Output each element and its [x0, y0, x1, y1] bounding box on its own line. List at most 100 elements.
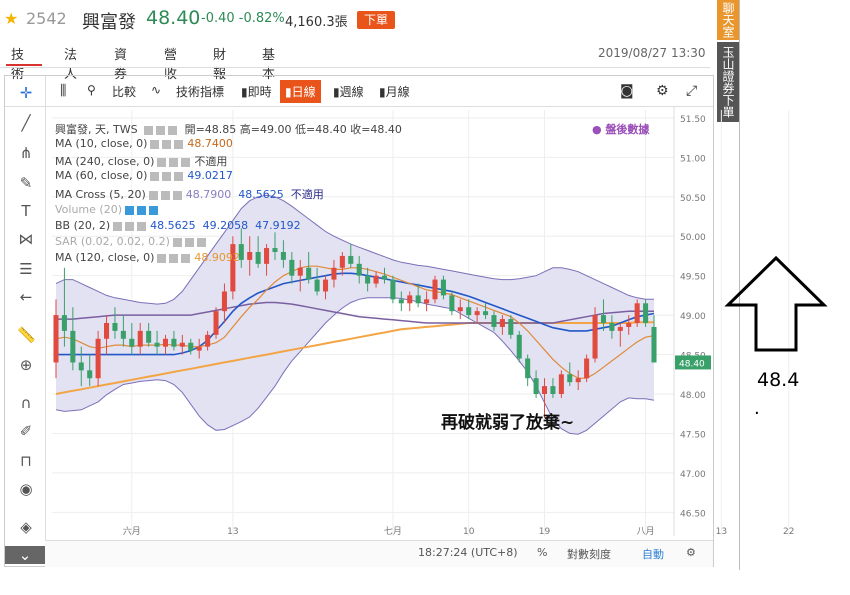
- gear-small-icon[interactable]: ⚙: [686, 546, 696, 559]
- x-tick-label: 22: [783, 527, 794, 537]
- x-tick-label: 13: [227, 527, 238, 537]
- x-tick-label: 10: [463, 527, 475, 537]
- candle-body: [432, 279, 438, 300]
- candle-body: [466, 307, 472, 316]
- candle-body: [398, 299, 404, 304]
- candle-body: [272, 248, 278, 252]
- candle-body: [297, 267, 303, 276]
- candle-body: [120, 330, 126, 339]
- candle-body: [112, 323, 118, 331]
- candle-body: [213, 311, 219, 335]
- legend-volume: Volume (20): [55, 203, 162, 216]
- x-tick-label: 八月: [637, 526, 655, 537]
- legend-ma240-value: 不適用: [194, 155, 228, 168]
- legend-ma240-controls-icon[interactable]: [157, 157, 192, 167]
- legend-ma-cross-v1: 48.7900: [185, 188, 232, 201]
- chart-bottom-bar: 18:27:24 (UTC+8) % 對數刻度 自動 ⚙: [45, 540, 713, 567]
- candle-body: [322, 279, 329, 292]
- x-axis: 六月 13 七月 10 19 八月 13 22: [123, 525, 795, 537]
- legend-bb-label: BB (20, 2): [55, 219, 111, 232]
- legend-symbol: 興富發, 天, TWS: [55, 123, 138, 136]
- legend-bb-v1: 48.5625: [150, 219, 196, 232]
- candle-body: [651, 326, 657, 363]
- legend-ma120-label: MA (120, close, 0): [55, 251, 155, 264]
- after-hours-label: ● 盤後數據: [592, 123, 650, 136]
- x-tick-label: 19: [539, 527, 551, 537]
- candle-body: [617, 326, 623, 331]
- candle-body: [331, 267, 337, 280]
- candle-body: [87, 370, 93, 379]
- y-tick-label: 50.50: [680, 194, 706, 204]
- candle-body: [575, 378, 581, 383]
- y-tick-label: 50.00: [680, 233, 706, 243]
- x-tick-label: 七月: [384, 526, 402, 537]
- legend-bb: BB (20, 2) 48.5625 49.2058 47.9192: [55, 219, 301, 232]
- legend-ma-cross-v3: 不適用: [290, 188, 324, 201]
- legend-ma-cross: MA Cross (5, 20) 48.7900 48.5625 不適用: [55, 186, 324, 202]
- legend-ma60-controls-icon[interactable]: [150, 171, 185, 181]
- legend-ma240: MA (240, close, 0) 不適用: [55, 153, 227, 169]
- candle-body: [289, 259, 295, 276]
- legend-sar-controls-icon[interactable]: [172, 237, 207, 247]
- candle-body: [483, 311, 489, 316]
- legend-ma120-controls-icon[interactable]: [157, 253, 192, 263]
- candle-body: [525, 358, 531, 379]
- y-tick-label: 47.50: [680, 430, 706, 440]
- candle-body: [53, 315, 59, 363]
- candle-body: [280, 252, 286, 260]
- up-arrow-icon: [724, 255, 828, 352]
- legend-sar: SAR (0.02, 0.02, 0.2): [55, 235, 210, 248]
- candle-body: [643, 303, 649, 323]
- candle-body: [474, 311, 480, 316]
- candle-body: [533, 378, 539, 394]
- candle-body: [424, 299, 430, 304]
- legend-ma-cross-label: MA Cross (5, 20): [55, 188, 146, 201]
- legend-volume-controls-icon[interactable]: [125, 205, 159, 215]
- y-tick-label: 51.00: [680, 154, 706, 164]
- candle-body: [457, 307, 463, 312]
- y-axis: 51.5051.0050.5050.0049.5049.0048.5048.00…: [673, 106, 711, 536]
- legend-ma60-label: MA (60, close, 0): [55, 169, 148, 182]
- candle-body: [541, 386, 548, 394]
- y-tick-label: 48.00: [680, 391, 706, 401]
- candle-body: [567, 374, 573, 383]
- candle-body: [61, 315, 67, 331]
- last-price-label: 48.40: [679, 359, 705, 369]
- candle-body: [365, 275, 371, 284]
- candle-body: [154, 342, 160, 347]
- candle-body: [516, 334, 522, 359]
- after-hours-text: 盤後數據: [605, 123, 650, 136]
- y-tick-label: 47.00: [680, 470, 706, 480]
- candle-body: [592, 315, 598, 359]
- log-scale-toggle[interactable]: 對數刻度: [567, 546, 611, 562]
- legend-ma120: MA (120, close, 0) 48.9092: [55, 251, 240, 264]
- legend-ma10-controls-icon[interactable]: [150, 139, 185, 149]
- candle-body: [339, 255, 345, 268]
- legend-ma-cross-controls-icon[interactable]: [148, 190, 183, 200]
- candle-body: [634, 303, 640, 323]
- candle-body: [179, 342, 185, 347]
- auto-scale-toggle[interactable]: 自動: [642, 546, 664, 562]
- candle-body: [550, 386, 556, 394]
- candle-body: [129, 338, 135, 347]
- legend-bb-controls-icon[interactable]: [113, 221, 148, 231]
- y-tick-label: 51.50: [680, 115, 706, 125]
- candle-body: [373, 275, 379, 284]
- candle-body: [221, 291, 227, 312]
- clock-readout: 18:27:24 (UTC+8): [418, 546, 518, 559]
- percent-toggle[interactable]: %: [537, 546, 547, 559]
- legend-ma240-label: MA (240, close, 0): [55, 155, 155, 168]
- legend-controls-icon[interactable]: [144, 125, 179, 135]
- candle-body: [205, 334, 211, 347]
- legend-volume-label: Volume (20): [55, 203, 122, 216]
- note-dot: .: [754, 398, 760, 419]
- candle-body: [381, 275, 388, 280]
- candle-body: [70, 330, 76, 363]
- legend-sar-label: SAR (0.02, 0.02, 0.2): [55, 235, 170, 248]
- legend-ma10: MA (10, close, 0) 48.7400: [55, 137, 233, 150]
- chart-annotation: 再破就弱了放棄~: [441, 413, 575, 433]
- price-chart[interactable]: 51.5051.0050.5050.0049.5049.0048.5048.00…: [0, 0, 850, 595]
- legend-ma60-value: 49.0217: [187, 169, 233, 182]
- candle-body: [306, 267, 312, 280]
- note-value: 48.4: [757, 369, 800, 391]
